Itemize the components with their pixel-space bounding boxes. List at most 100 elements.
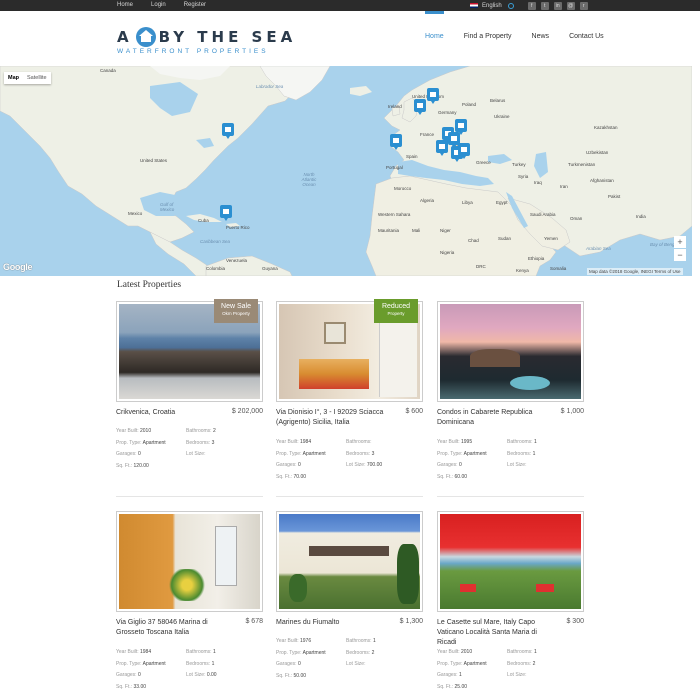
ribbon-label: Reduced [381, 303, 411, 310]
twitter-icon[interactable]: t [540, 1, 549, 10]
map-type-satellite[interactable]: Satellite [23, 72, 51, 84]
top-link-login[interactable]: Login [151, 0, 166, 11]
label-garages: Garages: [276, 462, 297, 468]
label-type: Prop. Type: [116, 660, 142, 667]
value-sqft: 33.00 [133, 683, 147, 690]
map-marker[interactable] [222, 123, 234, 139]
property-photo[interactable] [437, 511, 584, 612]
map-type-map[interactable]: Map [4, 72, 23, 84]
map-label: Saudi Arabia [530, 212, 556, 217]
map-label: United States [140, 158, 168, 163]
nav-home[interactable]: Home [425, 11, 444, 66]
map-label: Cuba [198, 218, 209, 223]
email-icon[interactable]: @ [566, 1, 575, 10]
map-label: Uzbekistan [586, 150, 609, 155]
rss-icon[interactable]: r [579, 1, 588, 10]
value-bathrooms: 1 [212, 649, 216, 655]
label-sqft: Sq. Ft.: [437, 473, 454, 480]
label-bathrooms: Bathrooms: [186, 428, 212, 434]
globe-icon[interactable] [507, 2, 514, 9]
map-label: Poland [462, 102, 477, 107]
value-bedrooms: 3 [371, 450, 375, 457]
map-label: Western Sahara [378, 212, 411, 217]
value-sqft: 25.00 [454, 683, 468, 690]
value-bedrooms: 1 [211, 660, 215, 667]
property-photo[interactable]: Reduced Property [276, 299, 423, 402]
label-lot: Lot Size: [346, 661, 366, 667]
facebook-icon[interactable]: f [527, 1, 536, 10]
map-marker[interactable] [427, 88, 439, 104]
value-year: 1976 [300, 638, 312, 644]
label-bathrooms: Bathrooms: [346, 439, 372, 445]
value-garages: 0 [458, 462, 462, 468]
language-selector[interactable]: English [482, 3, 502, 9]
nav-contact[interactable]: Contact Us [569, 11, 604, 66]
nav-news[interactable]: News [532, 11, 550, 66]
map-label: DRC [476, 264, 486, 269]
property-map[interactable]: Map Satellite Canada Labrador Sea United… [0, 66, 692, 276]
property-card[interactable]: New Sale Okm Property Crikvenica, Croati… [116, 299, 263, 497]
value-bedrooms: 2 [532, 660, 536, 667]
label-lot: Lot Size: [507, 462, 527, 468]
value-year: 2010 [140, 428, 152, 434]
property-photo[interactable] [437, 301, 584, 402]
map-label: Iraq [534, 180, 542, 185]
map-marker[interactable] [436, 140, 448, 156]
uk-flag-icon [470, 3, 478, 8]
label-garages: Garages: [276, 661, 297, 667]
map-label: Algeria [420, 198, 435, 203]
property-card[interactable]: Reduced Property Via Dionisio I°, 3 - I … [276, 299, 423, 497]
label-bathrooms: Bathrooms: [346, 638, 372, 644]
top-link-home[interactable]: Home [117, 0, 133, 11]
logo-letter: A [117, 28, 133, 46]
label-year: Year Built: [116, 428, 139, 434]
property-card[interactable]: Marines du Fiumalto $ 1,300 Year Built: … [276, 511, 423, 679]
property-title[interactable]: Le Casette sul Mare, Italy Capo Vaticano… [437, 618, 552, 648]
property-card[interactable]: Le Casette sul Mare, Italy Capo Vaticano… [437, 511, 584, 690]
map-type-control: Map Satellite [4, 72, 51, 84]
property-price: $ 300 [566, 618, 584, 625]
map-label: Ukraine [494, 114, 510, 119]
property-title[interactable]: Marines du Fiumalto [276, 618, 391, 628]
property-title[interactable]: Via Dionisio I°, 3 - I 92029 Sciacca (Ag… [276, 408, 391, 428]
property-title[interactable]: Condos in Cabarete Republica Dominicana [437, 408, 552, 428]
value-bedrooms: 1 [532, 450, 536, 457]
label-bedrooms: Bedrooms: [507, 660, 532, 667]
map-label: Puerto Rico [226, 225, 250, 230]
map-label: Kazakhstan [594, 125, 618, 130]
map-marker[interactable] [458, 143, 470, 159]
property-photo[interactable]: New Sale Okm Property [116, 299, 263, 402]
map-label: Greece [476, 160, 491, 165]
map-marker[interactable] [414, 99, 426, 115]
map-label: Egypt [496, 200, 508, 205]
map-attribution[interactable]: Map data ©2018 Google, INEGI Terms of Us… [587, 268, 683, 275]
pool-shape [510, 376, 550, 390]
nav-find-property[interactable]: Find a Property [464, 11, 512, 66]
property-photo[interactable] [116, 511, 263, 612]
zoom-out-button[interactable]: − [674, 249, 686, 261]
logo-words: BY THE SEA [158, 28, 297, 46]
logo-tagline: WATERFRONT PROPERTIES [117, 48, 269, 55]
label-year: Year Built: [437, 439, 460, 445]
property-card[interactable]: Condos in Cabarete Republica Dominicana … [437, 301, 584, 497]
site-logo[interactable]: A BY THE SEA WATERFRONT PROPERTIES [117, 27, 296, 55]
label-garages: Garages: [116, 451, 137, 457]
map-marker[interactable] [390, 134, 402, 150]
map-marker[interactable] [455, 119, 467, 135]
property-title[interactable]: Crikvenica, Croatia [116, 408, 231, 418]
property-photo[interactable] [276, 511, 423, 612]
property-card[interactable]: Via Giglio 37 58046 Marina di Grosseto T… [116, 511, 263, 690]
property-title[interactable]: Via Giglio 37 58046 Marina di Grosseto T… [116, 618, 231, 638]
map-label: Spain [406, 154, 418, 159]
chair-shape [460, 584, 476, 592]
map-marker[interactable] [220, 205, 232, 221]
map-label: Nigeria [440, 250, 455, 255]
label-lot: Lot Size: [186, 672, 206, 678]
hut-roof-shape [470, 349, 520, 367]
top-link-register[interactable]: Register [184, 0, 206, 11]
map-label: Belarus [490, 98, 506, 103]
card-divider [276, 496, 423, 497]
linkedin-icon[interactable]: in [553, 1, 562, 10]
zoom-in-button[interactable]: + [674, 236, 686, 248]
map-label: Venezuela [226, 258, 248, 263]
